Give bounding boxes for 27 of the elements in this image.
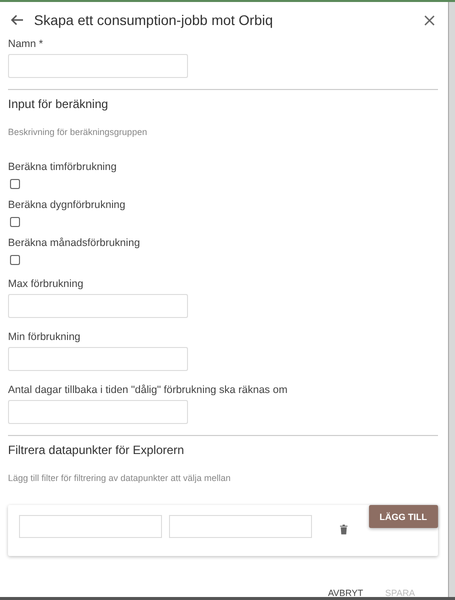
checkbox[interactable]: [10, 255, 20, 265]
checkbox-label: Beräkna timförbrukning: [8, 161, 117, 173]
input-field[interactable]: [8, 294, 188, 318]
section-heading: Filtrera datapunkter för Explorern: [8, 443, 186, 457]
field-label: Antal dagar tillbaka i tiden "dålig" förbrukning ska räknas om: [8, 384, 288, 396]
add-button[interactable]: LÄGG TILL: [368, 505, 438, 528]
section-heading: Input för beräkning: [8, 97, 110, 111]
input-field[interactable]: [19, 515, 162, 538]
trash-icon[interactable]: [340, 523, 348, 536]
input-field[interactable]: [8, 400, 188, 424]
section-description: Beskrivning för beräkningsgruppen: [8, 127, 148, 137]
close-icon[interactable]: [424, 14, 435, 26]
input-field[interactable]: [8, 54, 188, 78]
checkbox[interactable]: [10, 217, 20, 227]
checkbox-label: Beräkna dygnförbrukning: [8, 199, 126, 211]
field-label: Min förbrukning: [8, 331, 80, 343]
dialog-title: Skapa ett consumption-jobb mot Orbiq: [34, 12, 274, 28]
checkbox[interactable]: [10, 179, 20, 189]
back-arrow-icon[interactable]: [10, 14, 24, 26]
input-field[interactable]: [8, 347, 188, 371]
footer-button[interactable]: AVBRYT: [328, 586, 364, 597]
field-label: Namn *: [8, 38, 44, 50]
input-field[interactable]: [169, 515, 312, 538]
section-description: Lägg till filter för filtrering av datapunkter att välja mellan: [8, 473, 232, 483]
field-label: Max förbrukning: [8, 278, 84, 290]
checkbox-label: Beräkna månadsförbrukning: [8, 237, 140, 249]
scrollbar[interactable]: [448, 2, 455, 597]
